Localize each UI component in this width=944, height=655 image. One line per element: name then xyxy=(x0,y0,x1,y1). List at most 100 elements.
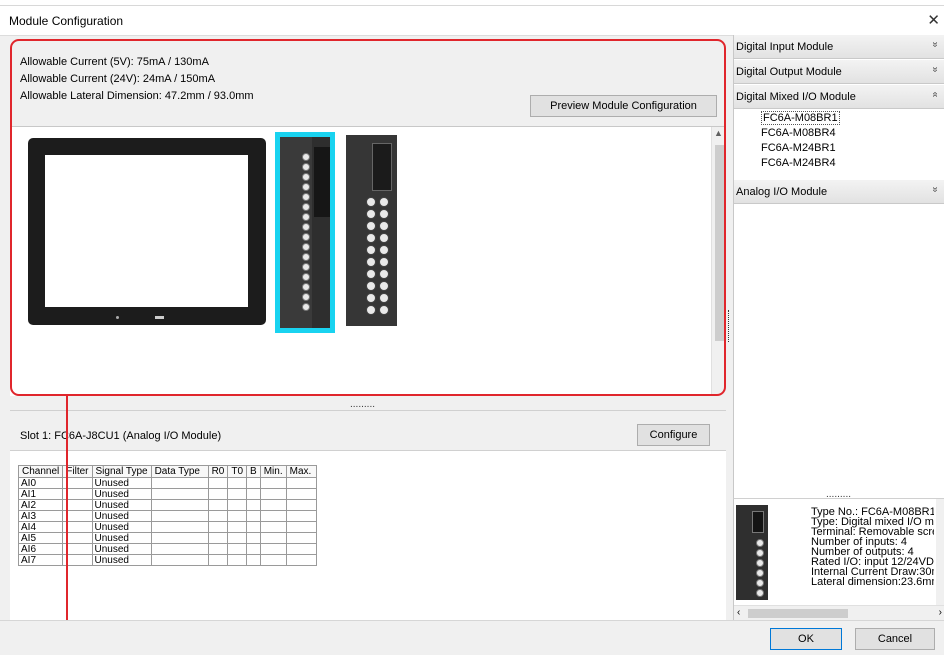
cell[interactable] xyxy=(259,477,287,489)
table-row[interactable]: AI3 Unused xyxy=(17,510,317,522)
cell[interactable] xyxy=(227,499,248,511)
title-bar: Module Configuration ✕ xyxy=(0,5,944,35)
cell[interactable] xyxy=(207,554,229,566)
cell[interactable] xyxy=(227,554,248,566)
cell[interactable] xyxy=(207,510,229,522)
cell[interactable] xyxy=(246,477,261,489)
cell[interactable] xyxy=(259,543,287,555)
table-row[interactable]: AI6 Unused xyxy=(17,543,317,555)
list-item[interactable]: FC6A-M08BR4 xyxy=(761,127,836,139)
column-header: Max. xyxy=(285,465,317,478)
ok-button[interactable]: OK xyxy=(770,628,842,650)
cell[interactable] xyxy=(227,543,248,555)
cell[interactable] xyxy=(150,510,209,522)
table-row[interactable]: AI5 Unused xyxy=(17,532,317,544)
category-analog-io[interactable]: Analog I/O Module » xyxy=(734,180,944,204)
signal-type-cell[interactable]: Unused xyxy=(91,532,152,544)
cell[interactable] xyxy=(246,554,261,566)
cell[interactable] xyxy=(285,477,317,489)
cell[interactable] xyxy=(227,532,248,544)
category-digital-input[interactable]: Digital Input Module » xyxy=(734,35,944,59)
cell[interactable] xyxy=(259,488,287,500)
cell[interactable] xyxy=(246,499,261,511)
cell[interactable] xyxy=(259,554,287,566)
cell[interactable] xyxy=(246,543,261,555)
cell[interactable] xyxy=(285,499,317,511)
double-chevron-down-icon[interactable]: » xyxy=(930,42,941,48)
selected-module-highlight[interactable] xyxy=(275,132,335,333)
table-row[interactable]: AI0 Unused xyxy=(17,477,317,489)
cell[interactable] xyxy=(207,532,229,544)
cell[interactable] xyxy=(150,477,209,489)
cell[interactable] xyxy=(285,488,317,500)
table-row[interactable]: AI2 Unused xyxy=(17,499,317,511)
category-digital-output[interactable]: Digital Output Module » xyxy=(734,60,944,84)
cell[interactable] xyxy=(150,488,209,500)
cell[interactable] xyxy=(150,532,209,544)
list-item[interactable]: FC6A-M24BR4 xyxy=(761,157,836,169)
cell[interactable] xyxy=(150,554,209,566)
signal-type-cell[interactable]: Unused xyxy=(91,499,152,511)
table-row[interactable]: AI7 Unused xyxy=(17,554,317,566)
scrollbar-thumb[interactable] xyxy=(748,609,848,618)
signal-type-cell[interactable]: Unused xyxy=(91,488,152,500)
cell[interactable] xyxy=(285,521,317,533)
cell[interactable] xyxy=(150,499,209,511)
cell[interactable] xyxy=(259,510,287,522)
vertical-splitter-grip[interactable] xyxy=(728,310,731,342)
cell[interactable] xyxy=(259,532,287,544)
table-row[interactable]: AI4 Unused xyxy=(17,521,317,533)
preview-vertical-scrollbar[interactable] xyxy=(936,499,944,606)
cell[interactable] xyxy=(227,488,248,500)
double-chevron-down-icon[interactable]: » xyxy=(930,67,941,73)
list-item[interactable]: FC6A-M24BR1 xyxy=(761,142,836,154)
cancel-button[interactable]: Cancel xyxy=(855,628,935,650)
signal-type-cell[interactable]: Unused xyxy=(91,477,152,489)
column-header: T0 xyxy=(227,465,248,478)
scroll-right-icon[interactable]: › xyxy=(939,607,942,618)
cell[interactable] xyxy=(207,543,229,555)
preview-horizontal-scrollbar[interactable]: ‹ › xyxy=(734,605,944,620)
signal-type-cell[interactable]: Unused xyxy=(91,554,152,566)
cell[interactable] xyxy=(227,521,248,533)
configure-button[interactable]: Configure xyxy=(637,424,710,446)
hmi-panel-image xyxy=(28,138,266,325)
list-item[interactable]: FC6A-M08BR1 xyxy=(761,111,840,125)
canvas-vertical-scrollbar[interactable]: ▲ xyxy=(711,127,726,396)
cell[interactable] xyxy=(207,499,229,511)
cell[interactable] xyxy=(285,532,317,544)
cell[interactable] xyxy=(207,521,229,533)
double-chevron-down-icon[interactable]: » xyxy=(930,187,941,193)
preview-configuration-button[interactable]: Preview Module Configuration xyxy=(530,95,717,117)
cell[interactable] xyxy=(246,521,261,533)
cell[interactable] xyxy=(246,510,261,522)
cell[interactable] xyxy=(150,521,209,533)
cell[interactable] xyxy=(207,477,229,489)
table-row[interactable]: AI1 Unused xyxy=(17,488,317,500)
scroll-left-icon[interactable]: ‹ xyxy=(737,607,740,618)
cell[interactable] xyxy=(285,543,317,555)
module-fc6a-m08br1-image[interactable] xyxy=(346,135,397,326)
signal-type-cell[interactable]: Unused xyxy=(91,543,152,555)
double-chevron-up-icon[interactable]: » xyxy=(930,92,941,98)
window-title: Module Configuration xyxy=(9,14,124,28)
cell[interactable] xyxy=(227,510,248,522)
scrollbar-thumb[interactable] xyxy=(715,145,724,341)
cell[interactable] xyxy=(259,521,287,533)
module-canvas[interactable]: ▲ xyxy=(10,126,726,396)
cell[interactable] xyxy=(246,532,261,544)
cell[interactable] xyxy=(227,477,248,489)
cell[interactable] xyxy=(246,488,261,500)
close-icon[interactable]: ✕ xyxy=(927,11,940,29)
cell[interactable] xyxy=(285,554,317,566)
signal-type-cell[interactable]: Unused xyxy=(91,521,152,533)
cell[interactable] xyxy=(259,499,287,511)
category-digital-mixed[interactable]: Digital Mixed I/O Module » xyxy=(734,85,944,109)
scroll-up-icon[interactable]: ▲ xyxy=(714,128,723,138)
cell[interactable] xyxy=(207,488,229,500)
horizontal-splitter-grip[interactable]: ......... xyxy=(350,400,375,410)
cell[interactable] xyxy=(285,510,317,522)
current-24v-text: Allowable Current (24V): 24mA / 150mA xyxy=(20,73,216,85)
signal-type-cell[interactable]: Unused xyxy=(91,510,152,522)
cell[interactable] xyxy=(150,543,209,555)
